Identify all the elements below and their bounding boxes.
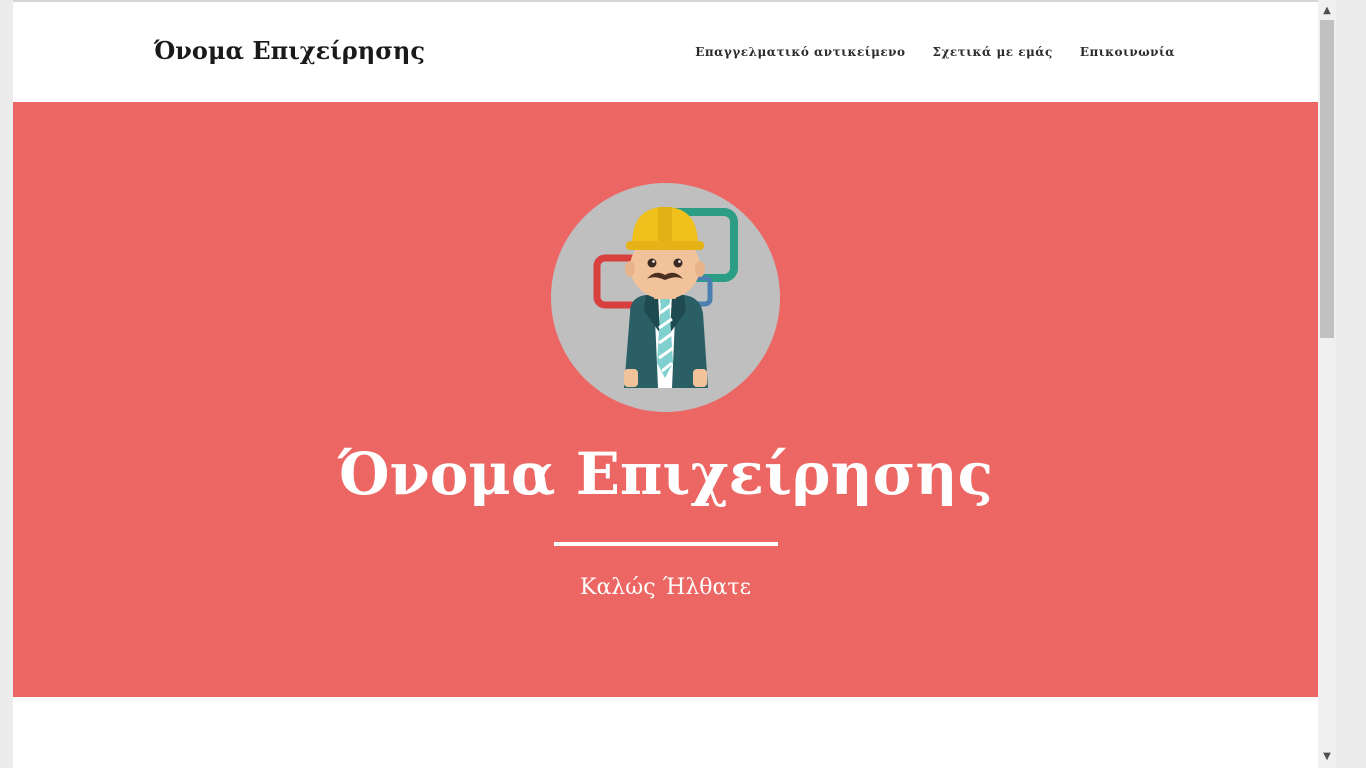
nav-links: Επαγγελματικό αντικείμενο Σχετικά με εμά… [668,45,1175,59]
vertical-scrollbar[interactable]: ▲ ▼ [1318,0,1336,768]
scroll-thumb[interactable] [1320,20,1334,338]
brand-link[interactable]: Όνομα Επιχείρησης [154,36,425,65]
browser-viewport: Όνομα Επιχείρησης Επαγγελματικό αντικείμ… [0,0,1366,768]
hero-subtitle: Καλώς Ήλθατε [580,575,751,600]
hero-title: Όνομα Επιχείρησης [338,440,993,508]
nav-link-services[interactable]: Επαγγελματικό αντικείμενο [695,45,905,59]
engineer-avatar-icon [550,183,781,412]
page: Όνομα Επιχείρησης Επαγγελματικό αντικείμ… [13,0,1318,768]
hero-divider [554,542,778,546]
nav-link-about[interactable]: Σχετικά με εμάς [932,45,1052,59]
scroll-down-icon[interactable]: ▼ [1318,748,1336,766]
navbar: Όνομα Επιχείρησης Επαγγελματικό αντικείμ… [13,2,1318,102]
right-gutter [1336,0,1366,768]
scroll-up-icon[interactable]: ▲ [1318,2,1336,20]
nav-link-contact[interactable]: Επικοινωνία [1080,45,1175,59]
hero-section: Όνομα Επιχείρησης Καλώς Ήλθατε [13,102,1318,697]
